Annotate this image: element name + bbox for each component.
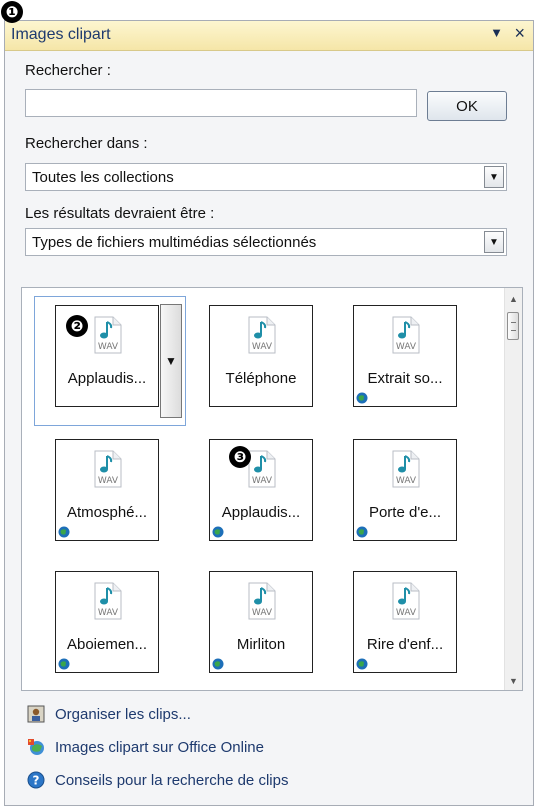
clip-label: Rire d'enf...	[366, 636, 444, 653]
search-tips-link[interactable]: ? Conseils pour la recherche de clips	[27, 768, 288, 792]
file-type-label: WAV	[396, 476, 417, 486]
file-type-label: WAV	[252, 476, 273, 486]
file-type-label: WAV	[396, 342, 417, 352]
ok-button[interactable]: OK	[427, 91, 507, 121]
organize-clips-link[interactable]: Organiser les clips...	[27, 702, 191, 726]
wav-file-icon: WAV	[248, 316, 276, 354]
clip-label: Mirliton	[236, 636, 286, 653]
wav-file-icon: WAV	[392, 450, 420, 488]
wav-file-icon: WAV	[94, 582, 122, 620]
callout-2: ❷	[66, 315, 88, 337]
clipart-task-pane: Images clipart ▼ × Rechercher : OK Reche…	[4, 20, 534, 806]
wav-file-icon: WAV	[94, 316, 122, 354]
globe-icon	[212, 658, 224, 670]
scroll-down-icon[interactable]: ▼	[505, 676, 522, 686]
chevron-down-icon[interactable]: ▼	[484, 166, 504, 188]
clip-item[interactable]: WAV Applaudis...	[209, 439, 313, 541]
search-in-select[interactable]: Toutes les collections ▼	[25, 163, 507, 191]
clip-results-grid: ▼ WAV Applaudis... WAV Téléphone WAV Extrait …	[21, 287, 523, 691]
results-type-label: Les résultats devraient être :	[25, 205, 215, 222]
clip-item[interactable]: WAV Aboiemen...	[55, 571, 159, 673]
results-type-value: Types de fichiers multimédias sélectionn…	[32, 234, 317, 251]
help-icon: ?	[27, 771, 45, 789]
clip-label: Applaudis...	[67, 370, 147, 387]
clip-label: Applaudis...	[221, 504, 301, 521]
clip-label: Porte d'e...	[368, 504, 442, 521]
file-type-label: WAV	[252, 342, 273, 352]
clip-item[interactable]: WAV Rire d'enf...	[353, 571, 457, 673]
scroll-thumb[interactable]	[507, 312, 519, 340]
clip-item[interactable]: WAV Mirliton	[209, 571, 313, 673]
clip-item[interactable]: WAV Atmosphé...	[55, 439, 159, 541]
search-tips-label: Conseils pour la recherche de clips	[55, 771, 289, 789]
clip-item[interactable]: WAV Porte d'e...	[353, 439, 457, 541]
search-input[interactable]	[25, 89, 417, 117]
clip-label: Extrait so...	[367, 370, 443, 387]
search-in-value: Toutes les collections	[32, 169, 174, 186]
results-scrollbar[interactable]: ▲ ▼	[504, 288, 522, 690]
globe-icon	[356, 526, 368, 538]
wav-file-icon: WAV	[392, 582, 420, 620]
file-type-label: WAV	[252, 608, 273, 618]
clip-label: Atmosphé...	[66, 504, 148, 521]
wav-file-icon: WAV	[248, 450, 276, 488]
globe-icon	[212, 526, 224, 538]
clip-label: Téléphone	[225, 370, 297, 387]
office-online-icon	[28, 739, 44, 755]
organizer-icon	[27, 705, 45, 723]
clip-menu-dropdown[interactable]: ▼	[160, 304, 182, 418]
organize-clips-label: Organiser les clips...	[55, 705, 191, 723]
globe-icon	[356, 392, 368, 404]
svg-text:?: ?	[33, 774, 40, 788]
callout-3: ❸	[229, 446, 251, 468]
globe-icon	[356, 658, 368, 670]
file-type-label: WAV	[98, 476, 119, 486]
clip-item[interactable]: WAV Extrait so...	[353, 305, 457, 407]
results-type-select[interactable]: Types de fichiers multimédias sélectionn…	[25, 228, 507, 256]
pane-options-icon[interactable]: ▼	[490, 25, 503, 40]
pane-title: Images clipart	[11, 26, 111, 43]
search-in-label: Rechercher dans :	[25, 135, 148, 152]
office-online-link[interactable]: Images clipart sur Office Online	[27, 735, 264, 759]
chevron-down-icon[interactable]: ▼	[484, 231, 504, 253]
file-type-label: WAV	[98, 342, 119, 352]
callout-1: ❶	[1, 1, 23, 23]
globe-icon	[58, 526, 70, 538]
file-type-label: WAV	[98, 608, 119, 618]
clip-item[interactable]: WAV Téléphone	[209, 305, 313, 407]
scroll-up-icon[interactable]: ▲	[505, 294, 522, 304]
close-icon[interactable]: ×	[514, 23, 525, 44]
wav-file-icon: WAV	[248, 582, 276, 620]
file-type-label: WAV	[396, 608, 417, 618]
office-online-label: Images clipart sur Office Online	[55, 738, 264, 756]
pane-titlebar: Images clipart ▼ ×	[5, 21, 533, 51]
clip-label: Aboiemen...	[66, 636, 148, 653]
wav-file-icon: WAV	[392, 316, 420, 354]
wav-file-icon: WAV	[94, 450, 122, 488]
globe-icon	[58, 658, 70, 670]
search-label: Rechercher :	[25, 62, 111, 79]
